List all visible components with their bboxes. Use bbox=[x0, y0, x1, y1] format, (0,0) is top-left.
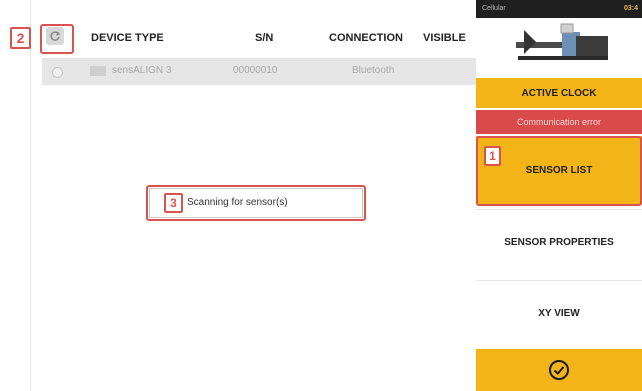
status-time: 03:4 bbox=[623, 5, 638, 12]
header-sn: S/N bbox=[255, 32, 274, 44]
status-bar: Cellular 03:4 bbox=[476, 0, 642, 18]
cell-connection: Bluetooth bbox=[352, 65, 395, 76]
header-device-type: DEVICE TYPE bbox=[91, 32, 164, 44]
row-select-radio[interactable] bbox=[52, 67, 63, 78]
table-row[interactable]: sensALIGN 3 00000010 Bluetooth bbox=[42, 58, 476, 85]
communication-error-banner: Communication error bbox=[476, 110, 642, 134]
active-clock-label: ACTIVE CLOCK bbox=[521, 87, 597, 99]
scanning-dialog: 3 Scanning for sensor(s) bbox=[149, 188, 363, 218]
comm-error-label: Communication error bbox=[516, 117, 602, 127]
xy-view-label: XY VIEW bbox=[538, 307, 580, 319]
header-connection: CONNECTION bbox=[329, 32, 403, 44]
sensor-properties-button[interactable]: SENSOR PROPERTIES bbox=[476, 210, 642, 274]
confirm-button[interactable] bbox=[476, 349, 642, 391]
check-circle-icon bbox=[549, 360, 569, 380]
machine-train-icon bbox=[516, 23, 608, 60]
xy-view-button[interactable]: XY VIEW bbox=[476, 281, 642, 345]
cell-sn: 00000010 bbox=[233, 65, 278, 76]
callout-2: 2 bbox=[10, 27, 31, 49]
scanning-text: Scanning for sensor(s) bbox=[187, 197, 288, 208]
sensor-device-icon bbox=[90, 66, 106, 76]
table-header: DEVICE TYPE S/N CONNECTION VISIBLE bbox=[40, 23, 476, 53]
sensor-properties-label: SENSOR PROPERTIES bbox=[504, 236, 614, 248]
header-visible: VISIBLE bbox=[423, 32, 466, 44]
sensor-list-pane: 2 DEVICE TYPE S/N CONNECTION VISIBLE sen… bbox=[0, 0, 476, 391]
sidebar: Cellular 03:4 ACTIVE CLOCK Communication… bbox=[476, 0, 642, 391]
callout-3: 3 bbox=[164, 193, 183, 213]
machine-graphic bbox=[476, 18, 642, 78]
active-clock-button[interactable]: ACTIVE CLOCK bbox=[476, 78, 642, 108]
callout-1: 1 bbox=[484, 146, 501, 166]
pane-divider bbox=[30, 0, 31, 391]
cell-device-type: sensALIGN 3 bbox=[112, 65, 172, 76]
status-left: Cellular bbox=[482, 5, 506, 12]
